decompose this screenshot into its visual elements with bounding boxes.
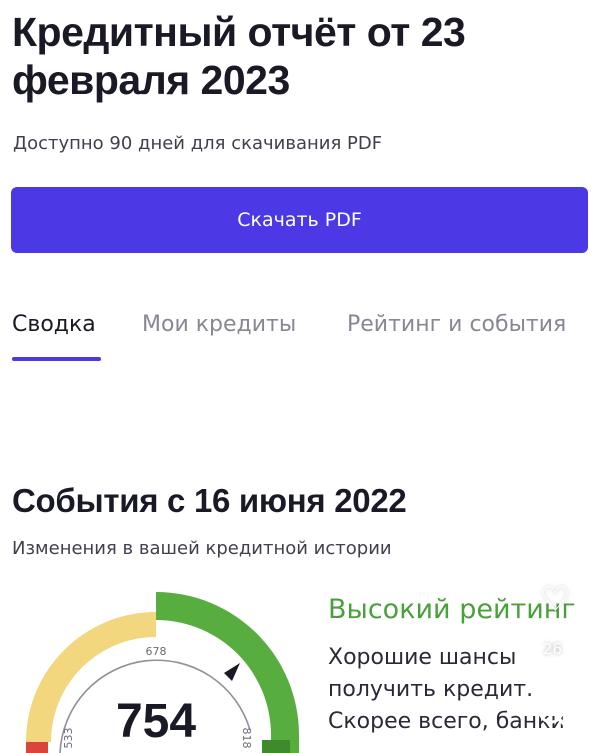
search-icon[interactable] bbox=[536, 696, 572, 732]
gauge-dark-green-segment bbox=[262, 740, 290, 753]
download-pdf-button[interactable]: Скачать PDF bbox=[11, 187, 588, 253]
gauge-tick-top: 678 bbox=[146, 645, 167, 658]
pdf-availability-text: Доступно 90 дней для скачивания PDF bbox=[13, 133, 383, 154]
tab-my-credits[interactable]: Мои кредиты bbox=[142, 312, 296, 337]
rating-title: Высокий рейтинг bbox=[328, 594, 576, 625]
gauge-tick-left: 533 bbox=[62, 728, 75, 749]
credit-score-gauge: 678 533 818 754 bbox=[26, 592, 299, 753]
tab-summary[interactable]: Сводка bbox=[12, 312, 96, 337]
active-tab-indicator bbox=[12, 357, 101, 361]
gauge-pointer-icon bbox=[224, 663, 240, 681]
tab-rating-events[interactable]: Рейтинг и события bbox=[347, 312, 566, 337]
credit-score-value: 754 bbox=[116, 695, 196, 748]
gauge-tick-right: 818 bbox=[240, 728, 253, 749]
events-title: События с 16 июня 2022 bbox=[12, 482, 407, 519]
like-count: 26 bbox=[543, 640, 563, 658]
report-title: Кредитный отчёт от 23 февраля 2023 bbox=[12, 9, 466, 103]
events-subtitle: Изменения в вашей кредитной истории bbox=[12, 538, 392, 559]
heart-icon[interactable]: ♡ bbox=[540, 583, 570, 617]
report-tabs: Сводка Мои кредиты Рейтинг и события bbox=[12, 312, 600, 362]
